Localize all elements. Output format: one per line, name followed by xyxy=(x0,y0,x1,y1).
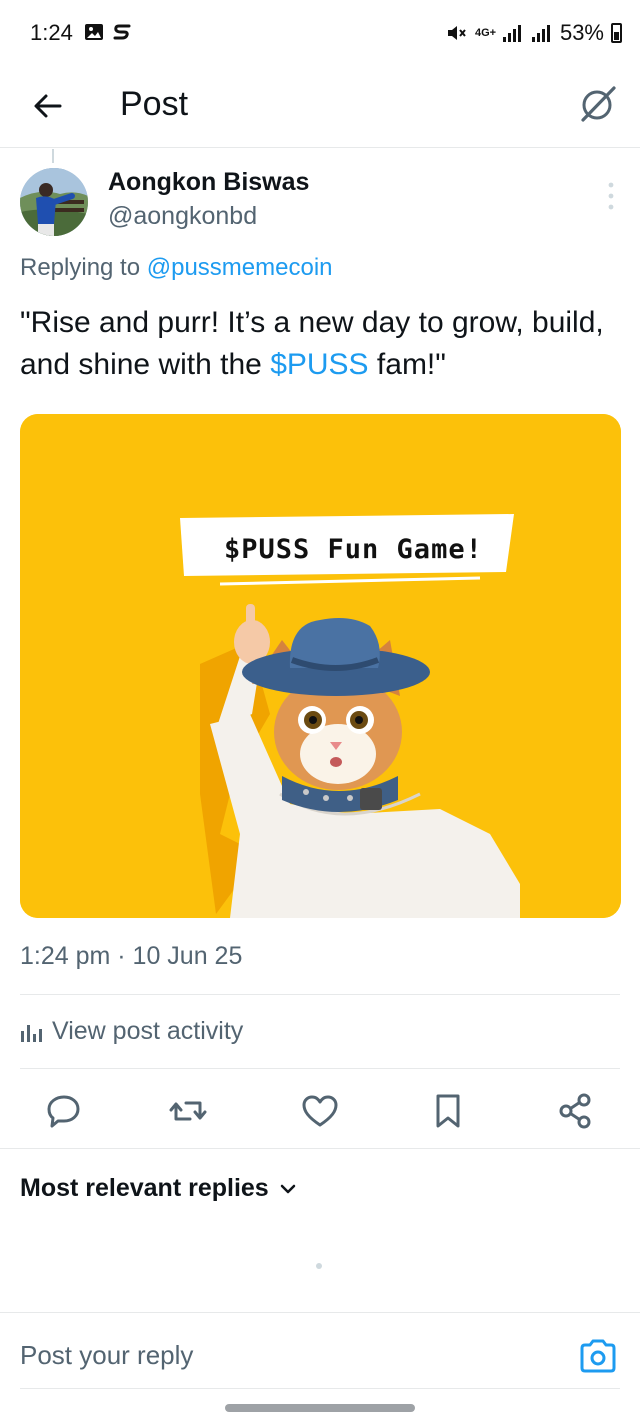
cashtag-link[interactable]: $PUSS xyxy=(270,348,368,381)
bookmark-icon[interactable] xyxy=(428,1091,468,1131)
camera-icon[interactable] xyxy=(578,1338,618,1374)
repost-icon[interactable] xyxy=(168,1091,208,1131)
thread-connector xyxy=(52,149,54,163)
author-handle[interactable]: @aongkonbd xyxy=(108,202,257,231)
divider xyxy=(20,994,620,995)
arrow-left-icon[interactable] xyxy=(28,86,68,126)
home-indicator[interactable] xyxy=(225,1404,415,1412)
chevron-down-icon xyxy=(280,1184,295,1193)
more-options-icon[interactable] xyxy=(604,180,618,212)
network-4g-icon: 4G+ xyxy=(474,27,497,39)
post-text: "Rise and purr! It’s a new day to grow, … xyxy=(20,306,604,381)
gallery-icon xyxy=(85,24,103,40)
post-image[interactable]: $PUSS Fun Game! xyxy=(20,414,621,918)
mute-icon xyxy=(447,26,466,40)
status-bar: 1:24 4G+ 53% xyxy=(0,0,640,68)
divider xyxy=(20,1388,620,1389)
battery-icon xyxy=(611,23,622,43)
grok-icon[interactable] xyxy=(576,82,620,126)
avatar[interactable] xyxy=(20,168,88,236)
post-timestamp[interactable]: 1:24 pm · 10 Jun 25 xyxy=(20,942,242,971)
loading-indicator xyxy=(316,1263,322,1269)
like-icon[interactable] xyxy=(300,1091,340,1131)
replies-sort-dropdown[interactable]: Most relevant replies xyxy=(20,1174,297,1203)
view-post-activity[interactable]: View post activity xyxy=(20,1017,243,1046)
status-time: 1:24 xyxy=(30,20,73,45)
battery-level: 53% xyxy=(559,20,604,45)
divider xyxy=(0,1312,640,1313)
page-title: Post xyxy=(120,85,189,123)
replying-to: Replying to @pussmemecoin xyxy=(20,254,333,281)
analytics-icon xyxy=(21,1024,42,1042)
post-actions xyxy=(0,1085,640,1133)
reply-input[interactable]: Post your reply xyxy=(20,1340,193,1371)
divider xyxy=(20,1068,620,1069)
s-app-icon xyxy=(113,24,131,40)
signal-icon xyxy=(502,25,521,42)
image-banner-text: $PUSS Fun Game! xyxy=(224,534,483,565)
replying-to-mention[interactable]: @pussmemecoin xyxy=(147,254,333,281)
share-icon[interactable] xyxy=(556,1091,596,1131)
signal-icon xyxy=(531,25,550,42)
author-name[interactable]: Aongkon Biswas xyxy=(108,168,309,197)
top-app-bar: Post xyxy=(0,68,640,148)
reply-icon[interactable] xyxy=(44,1091,84,1131)
divider xyxy=(0,1148,640,1149)
